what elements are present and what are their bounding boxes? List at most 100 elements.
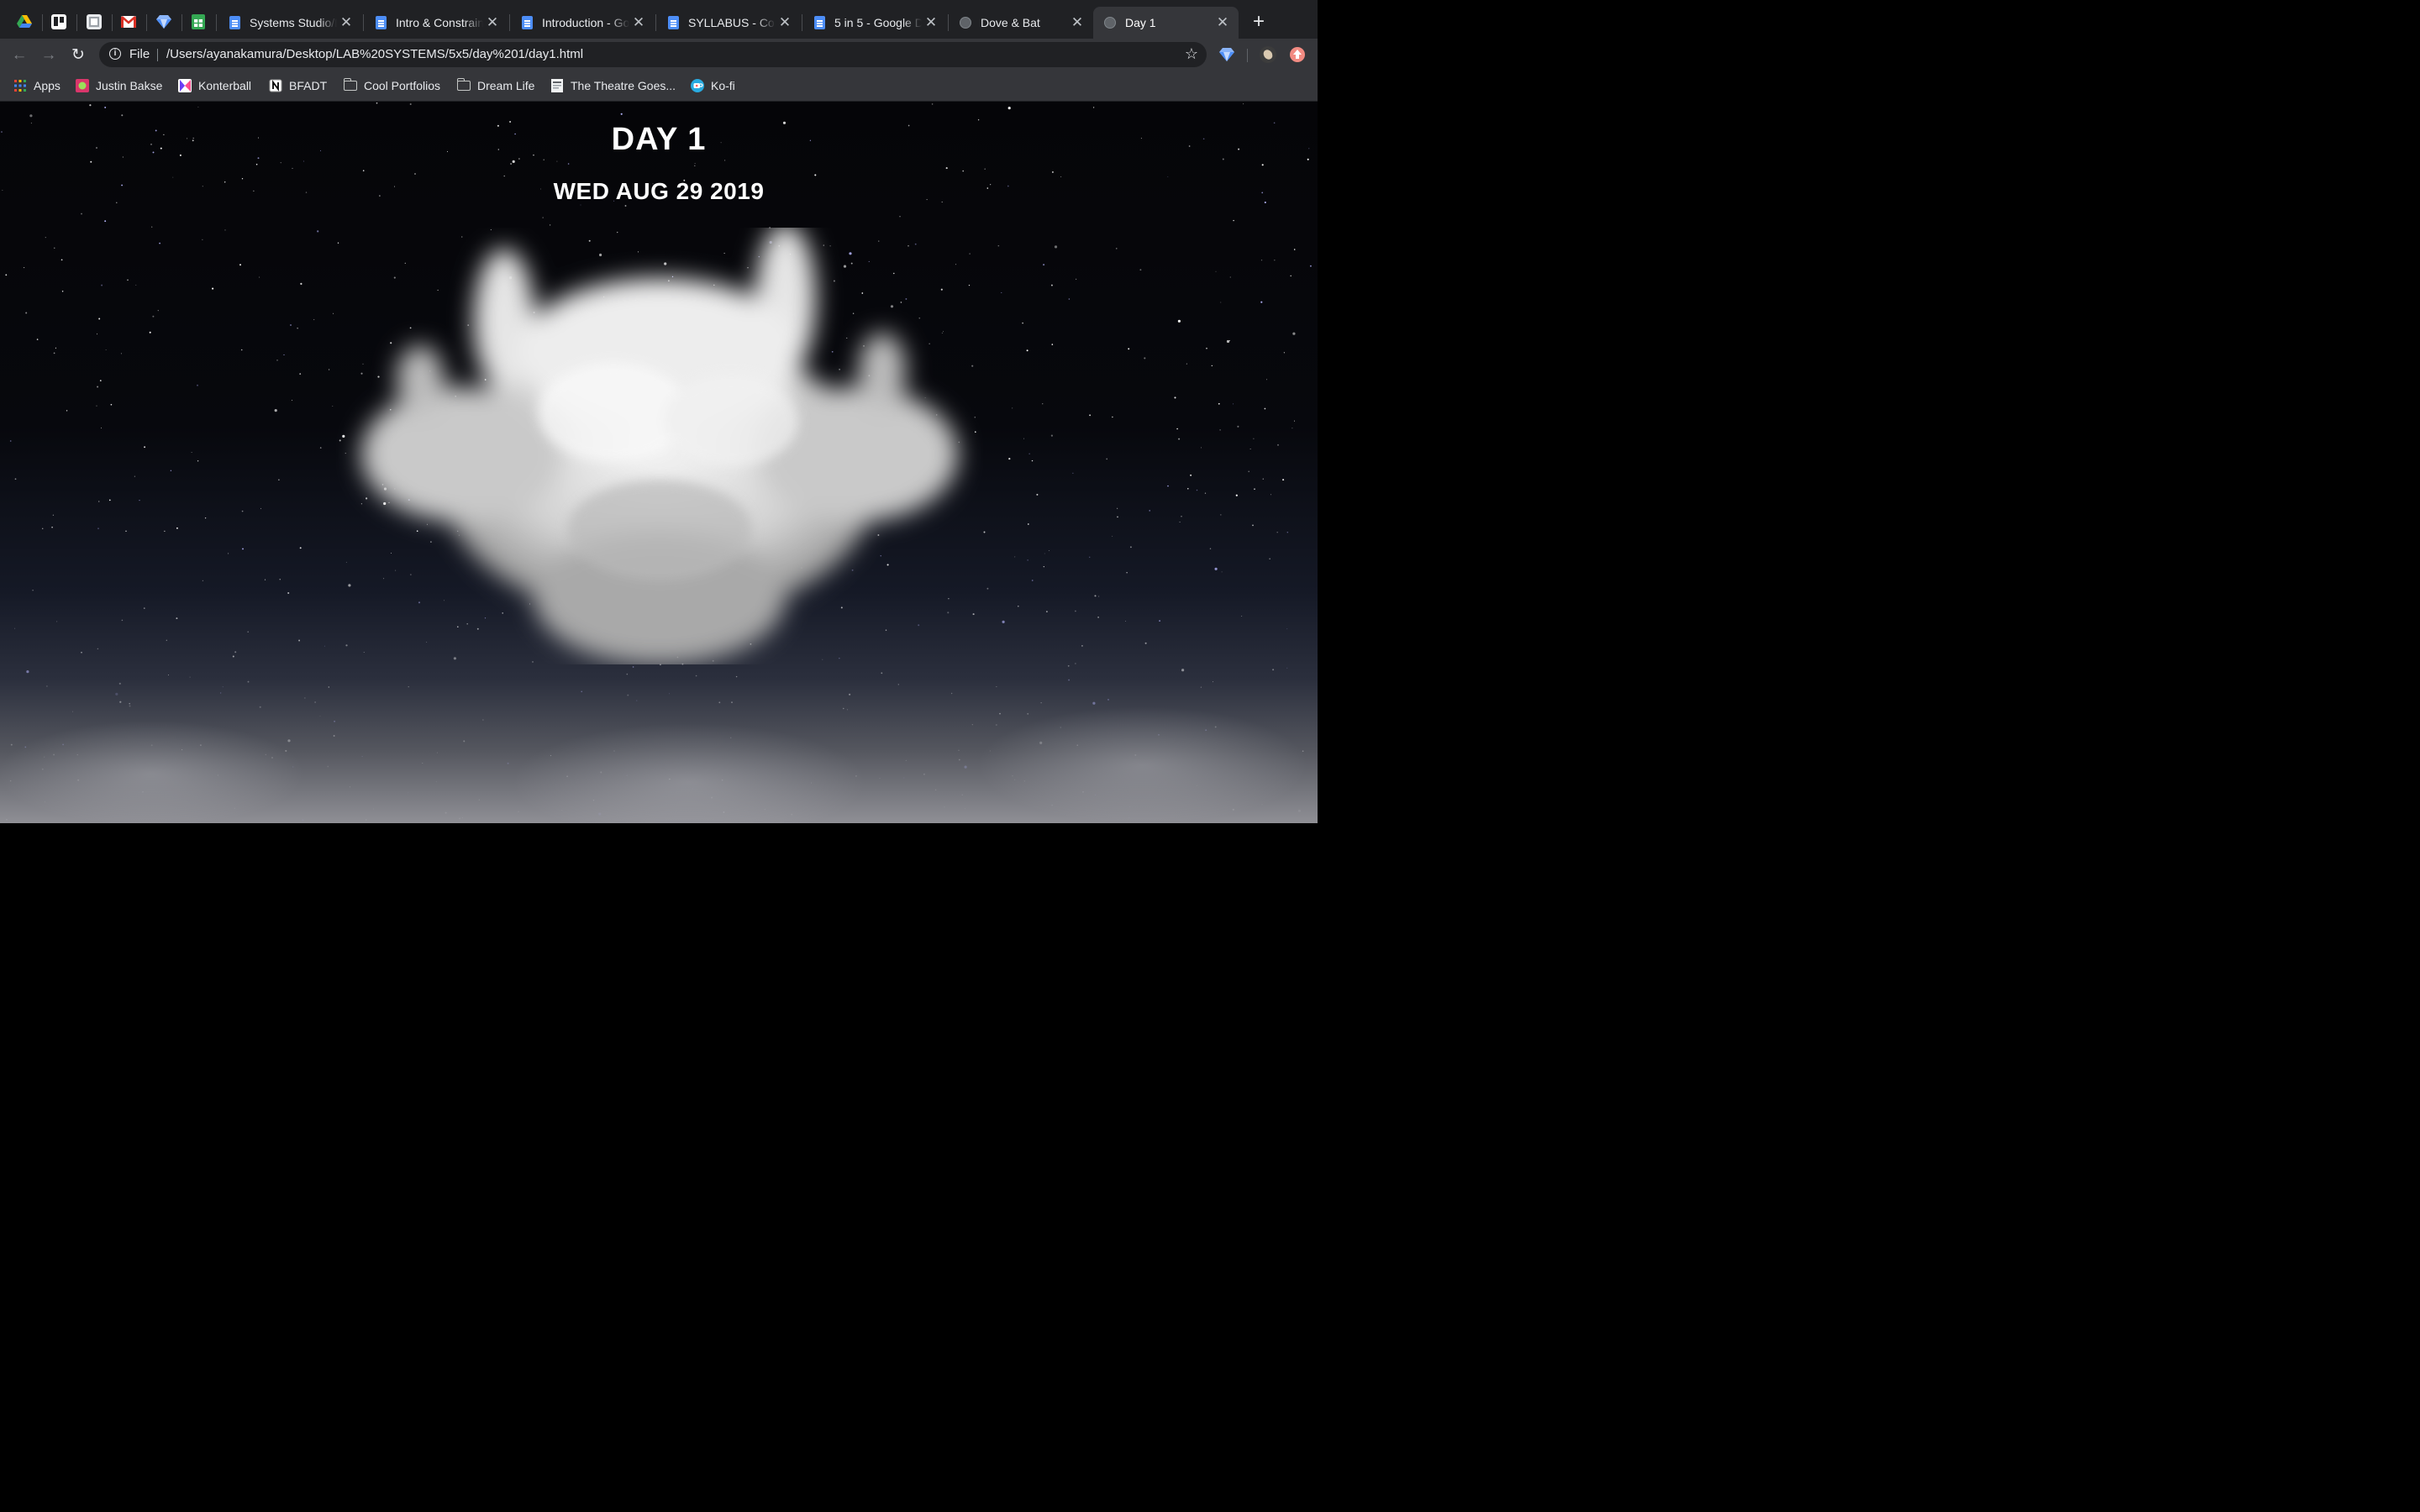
star	[239, 264, 241, 266]
bookmark-folder-dream-life[interactable]: Dream Life	[456, 77, 535, 94]
star	[1187, 487, 1189, 490]
star	[1012, 407, 1013, 409]
star	[624, 205, 627, 207]
tab-title: 5 in 5 - Google D	[834, 16, 922, 29]
star	[1176, 428, 1178, 430]
google-drive-icon	[17, 15, 32, 28]
pinned-tab-notes[interactable]	[79, 7, 109, 37]
star	[1023, 438, 1025, 439]
tab-title: Intro & Constrain	[396, 16, 483, 29]
tab-title: Dove & Bat	[981, 16, 1040, 29]
bookmark-label: Konterball	[198, 79, 252, 92]
star	[694, 163, 696, 165]
page-icon	[550, 79, 564, 92]
star	[1001, 291, 1002, 293]
bookmark-label: Apps	[34, 79, 60, 92]
star	[104, 106, 107, 108]
star	[1167, 176, 1169, 177]
star	[1051, 344, 1054, 345]
diamond-extension-button[interactable]	[1218, 46, 1235, 63]
google-docs-icon	[228, 16, 241, 29]
close-icon[interactable]: ✕	[483, 13, 502, 32]
tab-intro-constraints[interactable]: Intro & Constrain ✕	[364, 7, 508, 39]
new-tab-button[interactable]: +	[1249, 12, 1269, 32]
reload-button[interactable]: ↻	[67, 45, 89, 66]
bookmark-konterball[interactable]: Konterball	[178, 77, 251, 94]
star	[89, 104, 92, 107]
star	[127, 279, 129, 281]
star	[1174, 396, 1176, 399]
bookmark-folder-cool-portfolios[interactable]: Cool Portfolios	[343, 77, 440, 94]
star	[1042, 403, 1044, 405]
star	[110, 403, 113, 406]
star	[313, 318, 315, 321]
notes-icon	[87, 14, 102, 29]
star	[1235, 494, 1238, 496]
close-icon[interactable]: ✕	[776, 13, 794, 32]
star-icon[interactable]: ☆	[1185, 45, 1198, 63]
star	[45, 237, 46, 239]
bookmark-label: Justin Bakse	[96, 79, 163, 92]
pinned-tab-google-drive[interactable]	[9, 7, 39, 37]
star	[1022, 322, 1023, 324]
star	[1129, 546, 1132, 549]
url-text[interactable]: /Users/ayanakamura/Desktop/LAB%20SYSTEMS…	[166, 47, 583, 61]
tab-day-1[interactable]: Day 1 ✕	[1093, 7, 1239, 39]
close-icon[interactable]: ✕	[629, 13, 648, 32]
star	[1027, 559, 1028, 561]
tab-systems-studio[interactable]: Systems Studio/L ✕	[218, 7, 362, 39]
star	[317, 230, 319, 233]
star	[1228, 339, 1231, 342]
pinned-tab-diamond[interactable]	[149, 7, 179, 37]
globe-icon	[959, 16, 972, 29]
star	[299, 373, 302, 375]
star	[1253, 438, 1255, 439]
close-icon[interactable]: ✕	[1068, 13, 1086, 32]
bookmark-ko-fi[interactable]: Ko-fi	[691, 77, 735, 94]
star	[1261, 164, 1264, 166]
bookmark-justin-bakse[interactable]: Justin Bakse	[76, 77, 162, 94]
star	[319, 447, 322, 449]
star	[1215, 270, 1217, 272]
back-button[interactable]: ←	[8, 45, 30, 66]
star	[1209, 548, 1212, 549]
star	[242, 548, 244, 550]
star	[1220, 514, 1222, 516]
close-icon[interactable]: ✕	[337, 13, 355, 32]
star	[1196, 489, 1198, 491]
tab-5-in-5[interactable]: 5 in 5 - Google D ✕	[802, 7, 947, 39]
star	[101, 284, 103, 286]
address-bar[interactable]: i File /Users/ayanakamura/Desktop/LAB%20…	[99, 42, 1207, 67]
tab-introduction[interactable]: Introduction - Go ✕	[510, 7, 655, 39]
scheme-label: File	[129, 47, 150, 61]
google-docs-icon	[374, 16, 387, 29]
bookmark-label: Dream Life	[477, 79, 535, 92]
tab-dove-bat[interactable]: Dove & Bat ✕	[949, 7, 1093, 39]
pinned-tab-gmail[interactable]	[113, 7, 144, 37]
star	[1054, 245, 1058, 249]
star	[54, 247, 55, 249]
star	[197, 106, 199, 108]
star	[409, 102, 412, 106]
star	[1036, 493, 1039, 496]
close-icon[interactable]: ✕	[922, 13, 940, 32]
profile-button[interactable]	[1260, 46, 1276, 63]
bookmark-bfadt[interactable]: BFADT	[269, 77, 327, 94]
close-icon[interactable]: ✕	[1213, 13, 1232, 32]
star	[125, 530, 127, 532]
info-icon[interactable]: i	[109, 48, 121, 60]
gmail-icon	[121, 16, 136, 28]
bookmark-apps[interactable]: Apps	[13, 77, 60, 94]
star	[899, 216, 901, 218]
star	[962, 170, 964, 172]
forward-button[interactable]: →	[38, 45, 60, 66]
pinned-tab-google-sheets[interactable]	[183, 7, 213, 37]
bookmark-the-theatre-goes[interactable]: The Theatre Goes...	[550, 77, 676, 94]
tab-title: Day 1	[1125, 16, 1156, 29]
update-button[interactable]	[1289, 46, 1306, 63]
diamond-icon	[1219, 48, 1234, 61]
justin-bakse-icon	[76, 79, 89, 92]
star	[518, 158, 520, 160]
pinned-tab-trello[interactable]	[44, 7, 74, 37]
tab-syllabus[interactable]: SYLLABUS - Cor ✕	[656, 7, 801, 39]
